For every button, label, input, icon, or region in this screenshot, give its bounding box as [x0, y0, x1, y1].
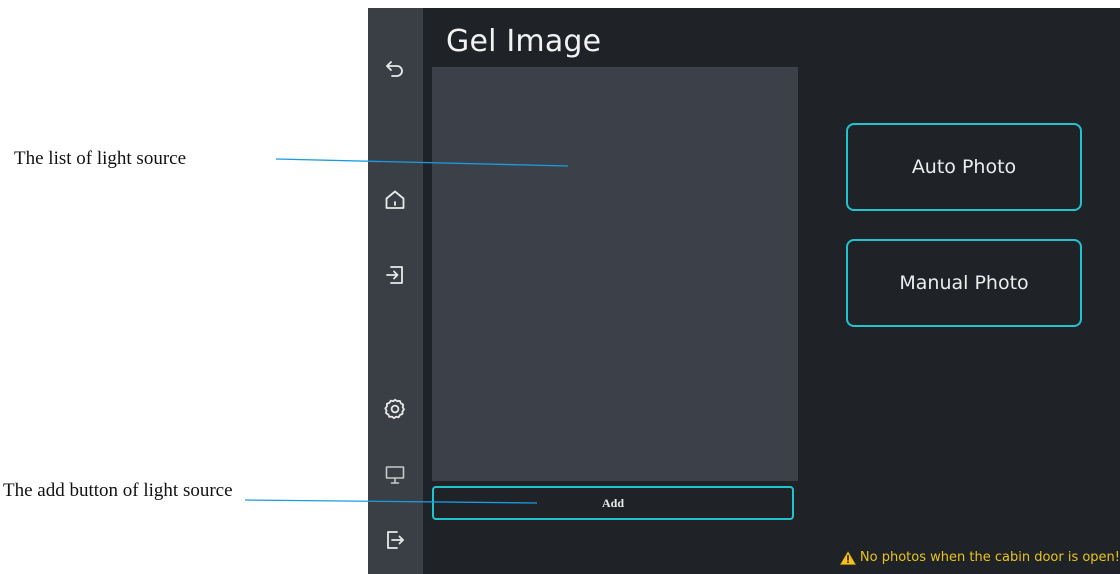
- add-button[interactable]: Add: [432, 486, 794, 520]
- cabin-door-warning: No photos when the cabin door is open!: [839, 550, 1120, 565]
- warning-text: No photos when the cabin door is open!: [859, 550, 1120, 565]
- app-window: Gel Image Add Auto Photo Manual Photo No…: [368, 8, 1120, 574]
- auto-photo-button[interactable]: Auto Photo: [846, 123, 1082, 211]
- login-icon[interactable]: [381, 261, 409, 289]
- settings-icon[interactable]: [381, 395, 409, 423]
- back-icon[interactable]: [381, 55, 409, 83]
- manual-photo-button[interactable]: Manual Photo: [846, 239, 1082, 327]
- annotation-add-label: The add button of light source: [3, 480, 233, 501]
- annotation-list-label: The list of light source: [14, 148, 187, 169]
- light-source-list[interactable]: [432, 67, 798, 481]
- logout-icon[interactable]: [381, 526, 409, 554]
- home-icon[interactable]: [381, 186, 409, 214]
- page: The list of light source The add button …: [0, 0, 1120, 574]
- monitor-icon[interactable]: [381, 461, 409, 489]
- page-title: Gel Image: [446, 24, 602, 59]
- sidebar: [368, 8, 423, 574]
- warning-icon: [839, 550, 856, 565]
